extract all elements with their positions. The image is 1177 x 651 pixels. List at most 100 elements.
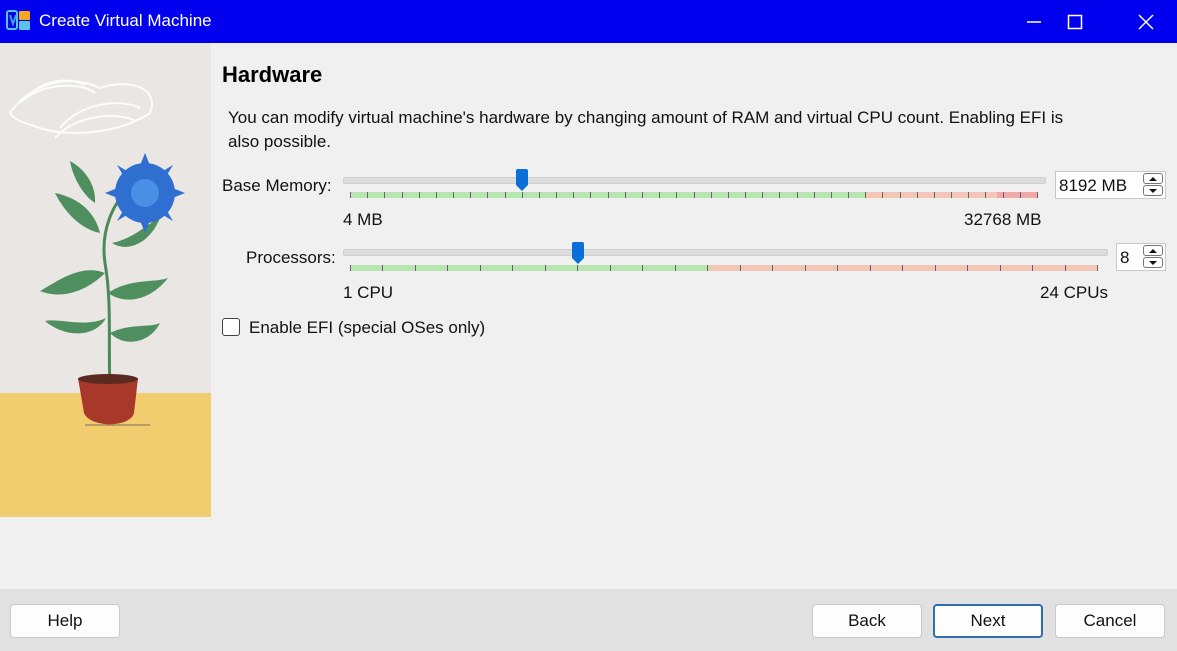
chevron-down-icon xyxy=(1149,188,1157,193)
processors-spinbox[interactable]: 8 xyxy=(1116,243,1166,271)
slider-tick xyxy=(675,265,676,271)
slider-tick xyxy=(1000,265,1001,271)
slider-tick xyxy=(367,192,368,198)
slider-tick xyxy=(350,265,351,271)
chevron-up-icon xyxy=(1149,176,1157,181)
slider-tick xyxy=(625,192,626,198)
slider-tick xyxy=(608,192,609,198)
slider-tick xyxy=(522,192,523,198)
slider-tick xyxy=(1003,192,1004,198)
slider-tick xyxy=(900,192,901,198)
slider-tick xyxy=(728,192,729,198)
close-icon xyxy=(1138,13,1154,30)
slider-tick xyxy=(350,192,351,198)
slider-tick xyxy=(384,192,385,198)
slider-tick xyxy=(1020,192,1021,198)
slider-tick xyxy=(539,192,540,198)
slider-tick xyxy=(382,265,383,271)
close-button[interactable] xyxy=(1116,0,1176,43)
slider-tick xyxy=(1065,265,1066,271)
slider-tick xyxy=(797,192,798,198)
slider-tick xyxy=(814,192,815,198)
chevron-down-icon xyxy=(1149,260,1157,265)
slider-tick xyxy=(917,192,918,198)
chevron-up-icon xyxy=(1149,248,1157,253)
processors-max-label: 24 CPUs xyxy=(1040,283,1109,302)
slider-tick xyxy=(779,192,780,198)
slider-tick xyxy=(676,192,677,198)
slider-tick xyxy=(1097,265,1098,271)
base-memory-min-label: 4 MB xyxy=(343,210,383,229)
slider-tick xyxy=(659,192,660,198)
slider-tick xyxy=(762,192,763,198)
slider-tick xyxy=(967,265,968,271)
slider-tick xyxy=(831,192,832,198)
slider-tick xyxy=(772,265,773,271)
virtualbox-app-icon xyxy=(6,10,30,30)
slider-tick xyxy=(453,192,454,198)
slider-tick xyxy=(480,265,481,271)
slider-tick xyxy=(512,265,513,271)
back-button[interactable]: Back xyxy=(812,604,922,638)
slider-tick xyxy=(419,192,420,198)
slider-tick xyxy=(902,265,903,271)
slider-tick xyxy=(436,192,437,198)
processors-slider-groove[interactable] xyxy=(343,249,1108,256)
slider-tick xyxy=(1032,265,1033,271)
slider-tick xyxy=(745,192,746,198)
processors-slider-handle[interactable] xyxy=(571,242,584,264)
slider-tick xyxy=(968,192,969,198)
slider-tick xyxy=(415,265,416,271)
slider-tick xyxy=(805,265,806,271)
base-memory-slider-groove[interactable] xyxy=(343,177,1046,184)
slider-tick xyxy=(985,192,986,198)
processors-increment[interactable] xyxy=(1143,245,1163,256)
processors-value: 8 xyxy=(1120,248,1130,267)
base-memory-slider-scale xyxy=(350,192,1038,198)
slider-tick xyxy=(1037,192,1038,198)
processors-slider-scale xyxy=(350,265,1098,271)
slider-tick xyxy=(870,265,871,271)
base-memory-value: 8192 MB xyxy=(1059,176,1128,195)
base-memory-max-label: 32768 MB xyxy=(964,210,1042,229)
slider-tick xyxy=(837,265,838,271)
base-memory-spinbox[interactable]: 8192 MB xyxy=(1055,171,1166,199)
slider-tick xyxy=(402,192,403,198)
slider-tick xyxy=(707,265,708,271)
minimize-icon xyxy=(1027,20,1041,23)
slider-tick xyxy=(573,192,574,198)
slider-tick xyxy=(951,192,952,198)
slider-tick xyxy=(642,265,643,271)
page-heading: Hardware xyxy=(222,62,323,87)
slider-tick xyxy=(447,265,448,271)
help-button[interactable]: Help xyxy=(10,604,120,638)
slider-tick xyxy=(711,192,712,198)
base-memory-increment[interactable] xyxy=(1143,173,1163,184)
base-memory-label: Base Memory: xyxy=(222,176,332,195)
slider-tick xyxy=(865,192,866,198)
maximize-icon xyxy=(1067,14,1083,29)
processors-decrement[interactable] xyxy=(1143,257,1163,268)
maximize-button[interactable] xyxy=(1045,0,1105,43)
slider-tick xyxy=(935,265,936,271)
page-description: You can modify virtual machine's hardwar… xyxy=(228,108,1064,151)
base-memory-decrement[interactable] xyxy=(1143,185,1163,196)
window-title: Create Virtual Machine xyxy=(39,11,212,30)
enable-efi-checkbox[interactable] xyxy=(222,318,240,336)
slider-tick xyxy=(545,265,546,271)
slider-tick xyxy=(590,192,591,198)
processors-min-label: 1 CPU xyxy=(343,283,394,302)
slider-tick xyxy=(882,192,883,198)
base-memory-slider-handle[interactable] xyxy=(515,169,528,191)
processors-label: Processors: xyxy=(246,248,336,267)
next-button[interactable]: Next xyxy=(933,604,1043,638)
enable-efi-label[interactable]: Enable EFI (special OSes only) xyxy=(249,318,485,338)
slider-tick xyxy=(934,192,935,198)
slider-tick xyxy=(740,265,741,271)
cancel-button[interactable]: Cancel xyxy=(1055,604,1165,638)
slider-tick xyxy=(505,192,506,198)
slider-tick xyxy=(556,192,557,198)
slider-tick xyxy=(694,192,695,198)
slider-tick xyxy=(577,265,578,271)
slider-tick xyxy=(642,192,643,198)
